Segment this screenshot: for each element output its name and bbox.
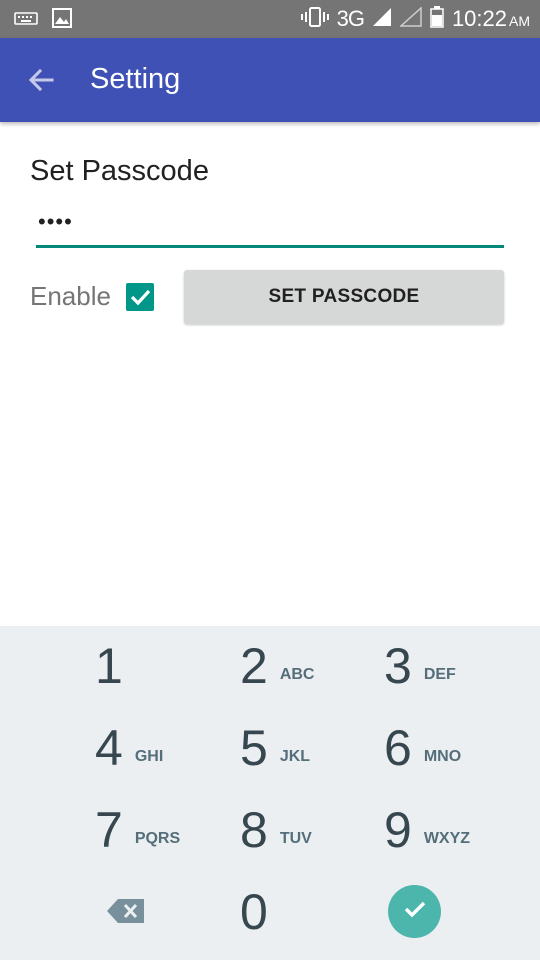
key-letters: MNO <box>423 748 462 765</box>
key-0[interactable]: 0 <box>240 874 400 950</box>
checkmark-icon <box>126 289 154 315</box>
backspace-key[interactable] <box>106 897 146 925</box>
set-passcode-title: Set Passcode <box>30 155 209 187</box>
done-check-icon <box>400 894 430 929</box>
key-digit: 4 <box>95 720 123 776</box>
key-letters: TUV <box>279 830 312 847</box>
keyboard-icon <box>14 10 38 31</box>
network-type: 3G <box>336 6 365 31</box>
key-letters: GHI <box>134 748 164 765</box>
signal-icon <box>372 7 392 32</box>
key-digit: 5 <box>240 720 268 776</box>
app-bar: Setting <box>0 38 540 122</box>
key-digit: 6 <box>384 720 412 776</box>
key-letters: JKL <box>279 748 311 765</box>
key-1[interactable]: 1 <box>95 628 255 704</box>
image-icon <box>52 8 72 33</box>
signal-empty-icon <box>398 5 422 32</box>
back-button[interactable] <box>22 60 62 100</box>
clock-ampm: AM <box>509 13 530 29</box>
key-digit: 2 <box>240 638 268 694</box>
key-letters: WXYZ <box>423 830 471 847</box>
enable-checkbox[interactable] <box>126 283 154 311</box>
battery-icon <box>430 5 444 33</box>
done-key[interactable] <box>388 885 441 938</box>
page-title: Setting <box>90 63 181 95</box>
backspace-icon <box>106 899 146 929</box>
clock-time: 10:22 <box>451 6 507 31</box>
key-3[interactable]: 3 DEF <box>384 628 540 704</box>
key-digit: 3 <box>384 638 412 694</box>
set-passcode-button[interactable]: SET PASSCODE <box>184 270 504 324</box>
enable-label: Enable <box>30 281 111 311</box>
key-digit: 0 <box>240 884 268 940</box>
key-digit: 7 <box>95 802 123 858</box>
clock: 10:22 AM <box>452 6 530 32</box>
key-letters: ABC <box>279 666 315 683</box>
key-7[interactable]: 7 PQRS <box>95 792 255 868</box>
key-letters: DEF <box>423 666 456 683</box>
key-6[interactable]: 6 MNO <box>384 710 540 786</box>
key-digit: 1 <box>95 638 123 694</box>
key-letters: PQRS <box>134 830 181 847</box>
key-digit: 9 <box>384 802 412 858</box>
vibrate-icon <box>300 6 329 33</box>
passcode-value: •••• <box>38 209 73 234</box>
key-5[interactable]: 5 JKL <box>240 710 400 786</box>
key-digit: 8 <box>240 802 268 858</box>
key-9[interactable]: 9 WXYZ <box>384 792 540 868</box>
key-8[interactable]: 8 TUV <box>240 792 400 868</box>
key-4[interactable]: 4 GHI <box>95 710 255 786</box>
passcode-input[interactable]: •••• <box>36 205 504 248</box>
key-2[interactable]: 2 ABC <box>240 628 400 704</box>
back-arrow-icon <box>22 68 62 104</box>
status-bar: 3G 10:22 AM <box>0 0 540 38</box>
